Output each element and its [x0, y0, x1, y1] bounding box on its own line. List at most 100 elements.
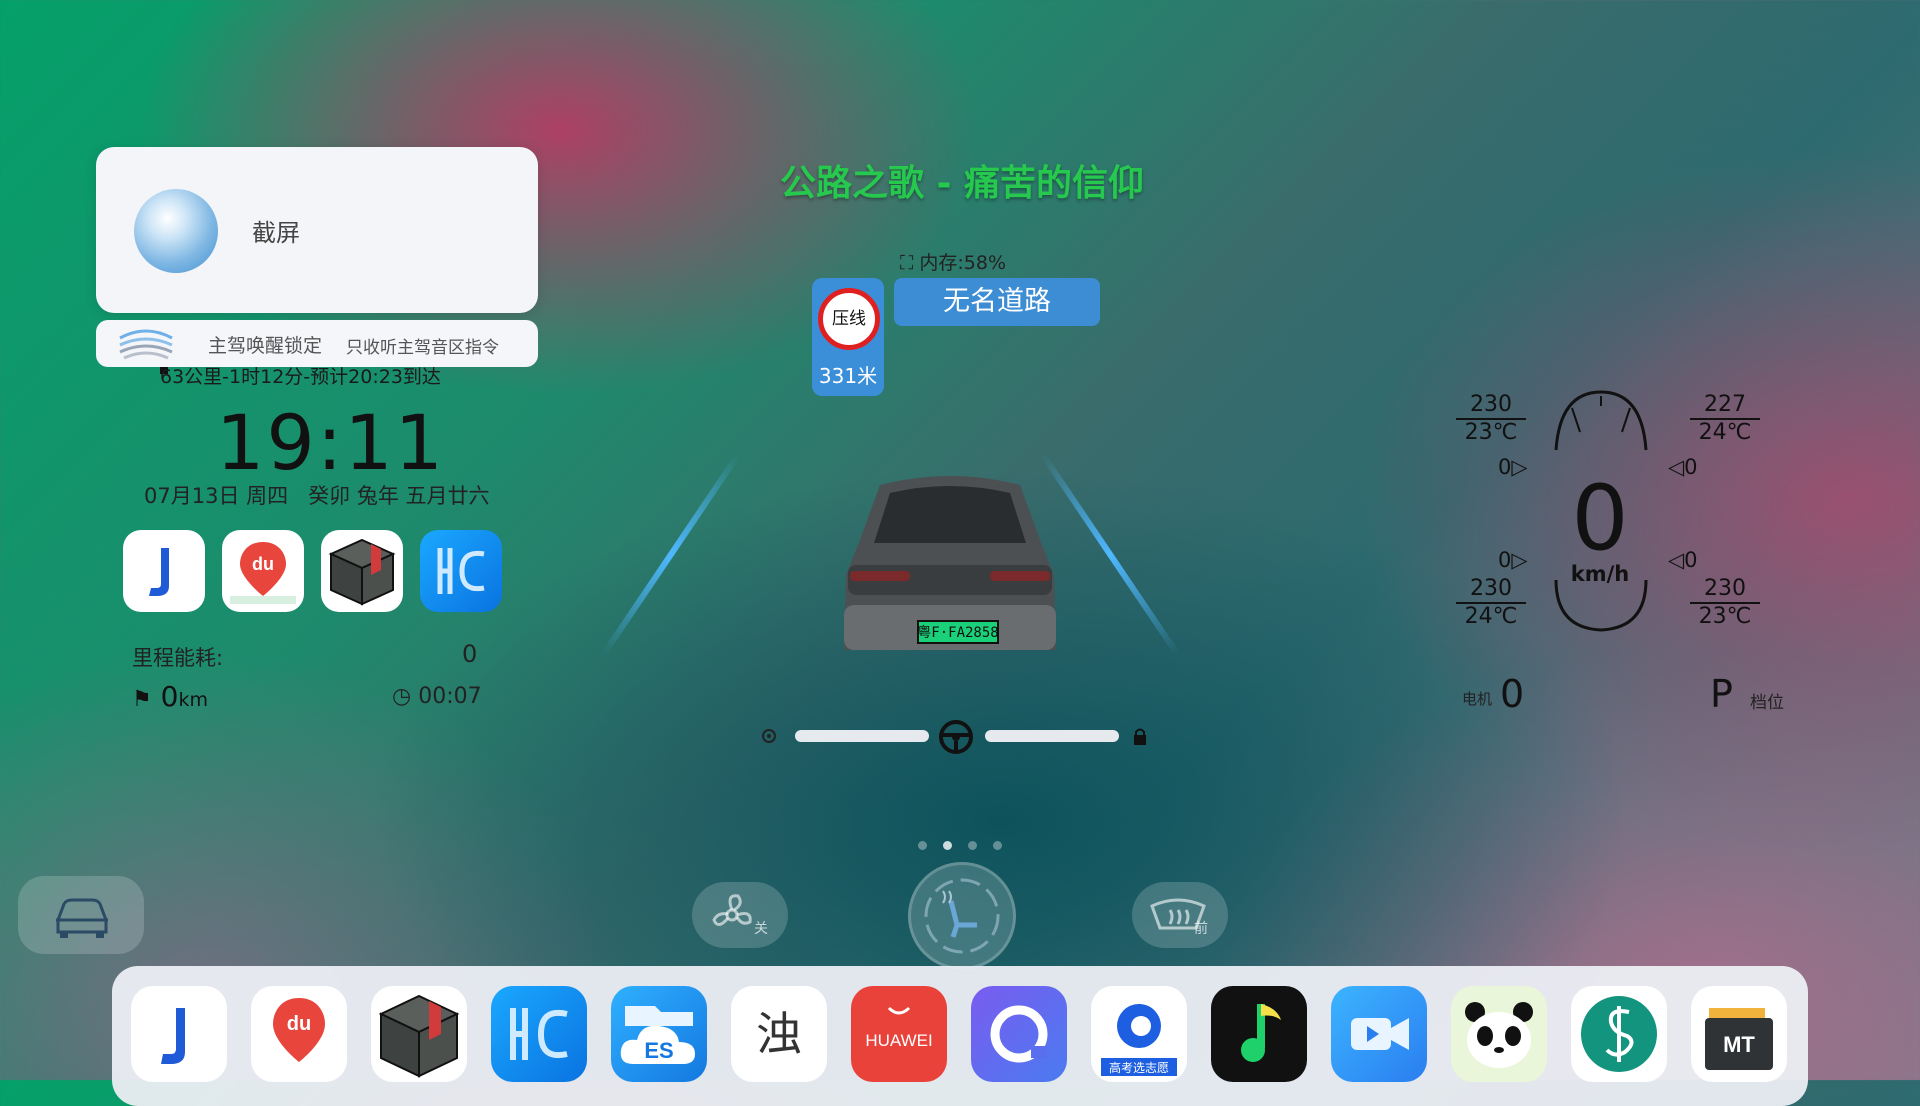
no-line-crossing-sign: 压线: [818, 288, 880, 350]
widget-box-app[interactable]: [321, 530, 403, 612]
widget-baidu-map-app[interactable]: du: [222, 530, 304, 612]
voice-subtitle: 只收听主驾音区指令: [346, 338, 499, 358]
memory-text: 内存:58%: [919, 252, 1006, 274]
indicator-rl-value: 0: [1498, 548, 1512, 572]
assist-bar-right: [985, 730, 1119, 742]
trip-timer: ◷ 00:07: [392, 684, 482, 709]
tire-front-right: 227 24℃: [1690, 392, 1760, 446]
page-dot[interactable]: [968, 841, 977, 850]
svg-text:MT: MT: [1723, 1032, 1755, 1057]
svg-text:du: du: [287, 1013, 311, 1035]
arrow-right-icon: ▷: [1511, 548, 1528, 572]
indicator-fr: ◁0: [1668, 455, 1698, 479]
tire-rr-pressure: 230: [1690, 576, 1760, 604]
dock-gaokao-app[interactable]: 高考选志愿: [1091, 986, 1187, 1082]
widget-jianying-app[interactable]: [123, 530, 205, 612]
dock-jianying-app[interactable]: [131, 986, 227, 1082]
dock-s-app[interactable]: [1571, 986, 1667, 1082]
date-solar: 07月13日 周四: [144, 484, 289, 508]
indicator-rr-value: 0: [1684, 548, 1698, 572]
tire-fr-pressure: 227: [1690, 392, 1760, 420]
dock-browser-app[interactable]: [971, 986, 1067, 1082]
dock-mt-app[interactable]: MT: [1691, 986, 1787, 1082]
memory-indicator: ⛶ 内存:58%: [900, 248, 1006, 275]
trip-duration: 00:07: [418, 684, 482, 709]
page-dot[interactable]: [918, 841, 927, 850]
baidu-map-icon: du: [230, 542, 296, 604]
dock-zhuo-app[interactable]: 浊: [731, 986, 827, 1082]
energy-value: 0: [462, 640, 478, 668]
speed-unit: km/h: [1570, 562, 1630, 586]
flag-icon: ⚑: [132, 687, 152, 712]
panda-icon: [1465, 1002, 1533, 1068]
dock-video-app[interactable]: [1331, 986, 1427, 1082]
odometer-unit: km: [178, 689, 208, 711]
svg-text:HUAWEI: HUAWEI: [865, 1031, 932, 1050]
defrost-label: 前: [1194, 921, 1208, 937]
screenshot-orb-icon: [134, 189, 218, 273]
screenshot-label: 截屏: [252, 219, 300, 247]
tire-rl-temp: 24℃: [1464, 604, 1518, 629]
energy-label: 里程能耗:: [132, 646, 224, 670]
now-playing-song[interactable]: 公路之歌 - 痛苦的信仰: [780, 154, 1144, 206]
sign-distance: 331米: [818, 364, 878, 388]
gaokao-icon: 高考选志愿: [1101, 1004, 1177, 1076]
motor-label: 电机: [1462, 690, 1493, 708]
traffic-sign-card: 压线 331米: [812, 278, 884, 396]
front-defrost-button[interactable]: 前: [1132, 882, 1228, 948]
dock-music-app[interactable]: [1211, 986, 1307, 1082]
tire-rear-left: 230 24℃: [1456, 576, 1526, 630]
voice-title: 主驾唤醒锁定: [208, 335, 323, 357]
vehicle-button[interactable]: [18, 876, 144, 954]
tire-rear-right: 230 23℃: [1690, 576, 1760, 630]
tire-rr-temp: 23℃: [1698, 604, 1752, 629]
dock-baidu-map-app[interactable]: du: [251, 986, 347, 1082]
lock-icon[interactable]: [1132, 727, 1148, 747]
vehicle-illustration: 粤F·FA2858: [844, 476, 1056, 650]
box-icon: [378, 994, 460, 1078]
tire-fl-pressure: 230: [1456, 392, 1526, 420]
page-dot[interactable]: [993, 841, 1002, 850]
steering-wheel-icon[interactable]: [938, 719, 974, 755]
huawei-icon: HUAWEI: [865, 1006, 933, 1050]
road-name-badge: 无名道路: [894, 278, 1100, 326]
tire-front-left: 230 23℃: [1456, 392, 1526, 446]
dock-huawei-app[interactable]: HUAWEI: [851, 986, 947, 1082]
voice-wave-icon: [119, 329, 173, 360]
svg-text:浊: 浊: [756, 1007, 802, 1061]
dock-panda-app[interactable]: [1451, 986, 1547, 1082]
mt-manager-icon: MT: [1705, 1008, 1773, 1070]
zhuo-icon: 浊: [756, 1007, 802, 1061]
svg-text:du: du: [252, 554, 274, 574]
page-dot-active[interactable]: [943, 841, 952, 850]
seat-climate-button[interactable]: [908, 862, 1016, 970]
jianying-icon: [149, 548, 169, 596]
music-note-icon: [1241, 1004, 1281, 1062]
date-lunar: 癸卯 兔年 五月廿六: [308, 484, 490, 508]
page-indicator: [918, 835, 1018, 854]
voice-wake-banner[interactable]: 主驾唤醒锁定 只收听主驾音区指令: [96, 320, 538, 367]
screenshot-notification[interactable]: 截屏: [96, 147, 538, 313]
video-camera-icon: [1351, 1018, 1409, 1050]
tire-fr-temp: 24℃: [1698, 420, 1752, 445]
dock-hc-app[interactable]: [491, 986, 587, 1082]
arrow-left-icon: ◁: [1668, 455, 1685, 479]
gear-value: P: [1710, 672, 1733, 716]
motor-value: 0: [1500, 672, 1525, 716]
widget-hc-app[interactable]: [420, 530, 502, 612]
clock-date: 07月13日 周四 癸卯 兔年 五月廿六: [144, 480, 490, 510]
indicator-fl: 0▷: [1498, 455, 1528, 479]
lane-line-left: [601, 453, 741, 656]
dock-box-app[interactable]: [371, 986, 467, 1082]
odometer-value: 0: [160, 680, 179, 713]
fan-button[interactable]: 关: [692, 882, 788, 948]
dock-es-file-app[interactable]: ES: [611, 986, 707, 1082]
baidu-map-icon: du: [273, 998, 325, 1062]
settings-gear-icon[interactable]: [758, 725, 780, 747]
indicator-fl-value: 0: [1498, 455, 1512, 479]
box-icon: [328, 538, 396, 606]
speed-value: 0: [1571, 466, 1629, 571]
app-dock: du ES 浊 HUAWEI 高考选志愿 MT: [112, 966, 1808, 1106]
windshield-defrost-icon: [1150, 898, 1206, 930]
es-file-icon: ES: [620, 1006, 695, 1064]
